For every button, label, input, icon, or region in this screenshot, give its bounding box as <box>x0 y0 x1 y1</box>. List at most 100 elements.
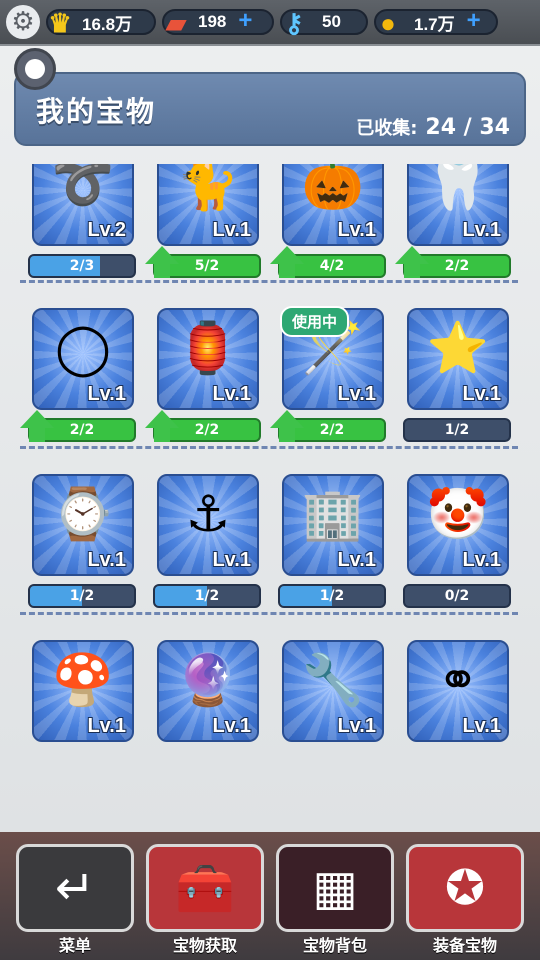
purple-orb-icon: 🔮 <box>176 651 240 709</box>
progress-bar: 0/2 <box>403 584 511 608</box>
progress-text: 2/2 <box>69 422 95 438</box>
equip-button[interactable]: ✪ <box>406 844 524 932</box>
treasure-card[interactable]: 🤡 Lv.1 <box>407 474 509 576</box>
return-arrow-icon: ↵ <box>54 860 96 916</box>
keys-value: 50 <box>322 12 341 31</box>
in-use-badge: 使用中 <box>280 306 350 337</box>
treasure-card[interactable]: 🏢 Lv.1 <box>282 474 384 576</box>
row-divider <box>20 446 518 449</box>
progress-bar: 1/2 <box>153 584 261 608</box>
level-label: Lv.1 <box>87 383 126 405</box>
level-label: Lv.1 <box>212 219 251 241</box>
clown-mask-icon: 🤡 <box>426 485 490 543</box>
treasure-card[interactable]: ◯ Lv.1 <box>32 308 134 410</box>
upgrade-arrow-icon[interactable] <box>145 246 179 280</box>
treasure-card[interactable]: ⌚ Lv.1 <box>32 474 134 576</box>
title-bar: 我的宝物 已收集: 24 / 34 <box>14 72 526 146</box>
treasure-row: ➰ Lv.2 2/3 🐈 Lv.1 5/2 🎃 Lv.1 4/2 🦷 Lv.1 2/2 <box>0 164 540 322</box>
upgrade-arrow-icon[interactable] <box>145 410 179 444</box>
menu-label: 菜单 <box>58 936 91 955</box>
pumpkin-icon: 🎃 <box>301 164 365 213</box>
dot-icon <box>25 59 45 79</box>
treasure-card[interactable]: ⚓ Lv.1 <box>157 474 259 576</box>
tooth-necklace-icon: 🦷 <box>426 164 490 213</box>
obtain-label: 宝物获取 <box>172 936 237 955</box>
treasure-card[interactable]: 🏮 Lv.1 <box>157 308 259 410</box>
bag-button[interactable]: ▦ <box>276 844 394 932</box>
treasure-card[interactable]: 🔧 Lv.1 <box>282 640 384 742</box>
progress-text: 2/2 <box>444 258 470 274</box>
level-label: Lv.2 <box>87 219 126 241</box>
treasure-card[interactable]: 🎃 Lv.1 <box>282 164 384 246</box>
page-title: 我的宝物 <box>36 95 157 128</box>
level-label: Lv.1 <box>462 715 501 737</box>
settings-gear-icon[interactable]: ⚙ <box>6 5 40 39</box>
coins-value: 1.7万 <box>414 14 455 34</box>
level-label: Lv.1 <box>462 549 501 571</box>
coin-icon: ● <box>380 7 396 38</box>
star-necklace-icon: ⭐ <box>426 319 490 377</box>
progress-text: 2/2 <box>319 422 345 438</box>
treasure-grid-viewport[interactable]: ➰ Lv.2 2/3 🐈 Lv.1 5/2 🎃 Lv.1 4/2 🦷 Lv.1 2/2 ◯ Lv.1 2/2… <box>0 164 540 776</box>
treasure-card[interactable]: 🔮 Lv.1 <box>157 640 259 742</box>
equip-label: 装备宝物 <box>432 936 497 955</box>
top-resource-bar: ⚙ ♛ 16.8万 ▰ 198 + ⚷ 50 ● 1.7万 + <box>0 0 540 44</box>
level-label: Lv.1 <box>212 549 251 571</box>
lantern-icon: 🏮 <box>176 319 240 377</box>
progress-bar: 1/2 <box>278 584 386 608</box>
add-coins-button[interactable]: + <box>463 9 485 33</box>
progress-text: 1/2 <box>69 588 95 604</box>
treasure-row: ◯ Lv.1 2/2 🏮 Lv.1 2/2 🪄 Lv.1 使用中 2/2 ⭐ Lv.1 1/2 <box>0 306 540 474</box>
toggle-dot-button[interactable] <box>14 48 56 90</box>
coins-counter: ● 1.7万 + <box>374 8 498 38</box>
treasure-row: 🍄 Lv.1 🔮 Lv.1 🔧 Lv.1 ⚭ Lv.1 <box>0 640 540 776</box>
treasure-card[interactable]: ➰ Lv.2 <box>32 164 134 246</box>
menu-button[interactable]: ↵ <box>16 844 134 932</box>
treasure-card[interactable]: 🍄 Lv.1 <box>32 640 134 742</box>
gold-value: 16.8万 <box>82 14 133 34</box>
hoverboard-icon: ▰ <box>166 7 186 38</box>
mushroom-icon: 🍄 <box>51 651 115 709</box>
progress-bar: 1/2 <box>28 584 136 608</box>
level-label: Lv.1 <box>337 383 376 405</box>
level-label: Lv.1 <box>337 219 376 241</box>
two-rings-icon: ⚭ <box>437 651 479 709</box>
level-label: Lv.1 <box>337 715 376 737</box>
upgrade-arrow-icon[interactable] <box>20 410 54 444</box>
level-label: Lv.1 <box>337 549 376 571</box>
treasure-card[interactable]: ⭐ Lv.1 <box>407 308 509 410</box>
progress-text: 1/2 <box>444 422 470 438</box>
progress-text: 2/3 <box>69 258 95 274</box>
collected-count: 已收集: 24 / 34 <box>356 114 510 140</box>
treasure-card[interactable]: 🦷 Lv.1 <box>407 164 509 246</box>
progress-text: 2/2 <box>194 422 220 438</box>
level-label: Lv.1 <box>212 715 251 737</box>
add-boards-button[interactable]: + <box>234 9 256 33</box>
upgrade-arrow-icon[interactable] <box>270 410 304 444</box>
grid-check-icon: ▦ <box>312 860 358 916</box>
gold-counter: ♛ 16.8万 <box>46 8 156 38</box>
row-divider <box>20 612 518 615</box>
cat-statue-icon: 🐈 <box>176 164 240 213</box>
bottom-nav: ↵ 菜单 🧰 宝物获取 ▦ 宝物背包 ✪ 装备宝物 <box>0 832 540 960</box>
level-label: Lv.1 <box>462 219 501 241</box>
level-label: Lv.1 <box>87 715 126 737</box>
progress-bar: 2/3 <box>28 254 136 278</box>
level-label: Lv.1 <box>212 383 251 405</box>
equip-star-icon: ✪ <box>444 860 486 916</box>
skyscraper-icon: 🏢 <box>301 485 365 543</box>
gold-ring-icon: ◯ <box>55 319 111 377</box>
row-divider <box>20 280 518 283</box>
anchor-icon: ⚓ <box>185 485 231 543</box>
treasure-card[interactable]: ⚭ Lv.1 <box>407 640 509 742</box>
rope-knot-icon: ➰ <box>51 164 115 213</box>
level-label: Lv.1 <box>87 549 126 571</box>
progress-text: 1/2 <box>319 588 345 604</box>
obtain-button[interactable]: 🧰 <box>146 844 264 932</box>
treasure-card[interactable]: 🐈 Lv.1 <box>157 164 259 246</box>
progress-bar: 1/2 <box>403 418 511 442</box>
keys-counter: ⚷ 50 <box>280 8 368 38</box>
progress-text: 0/2 <box>444 588 470 604</box>
upgrade-arrow-icon[interactable] <box>270 246 304 280</box>
upgrade-arrow-icon[interactable] <box>395 246 429 280</box>
